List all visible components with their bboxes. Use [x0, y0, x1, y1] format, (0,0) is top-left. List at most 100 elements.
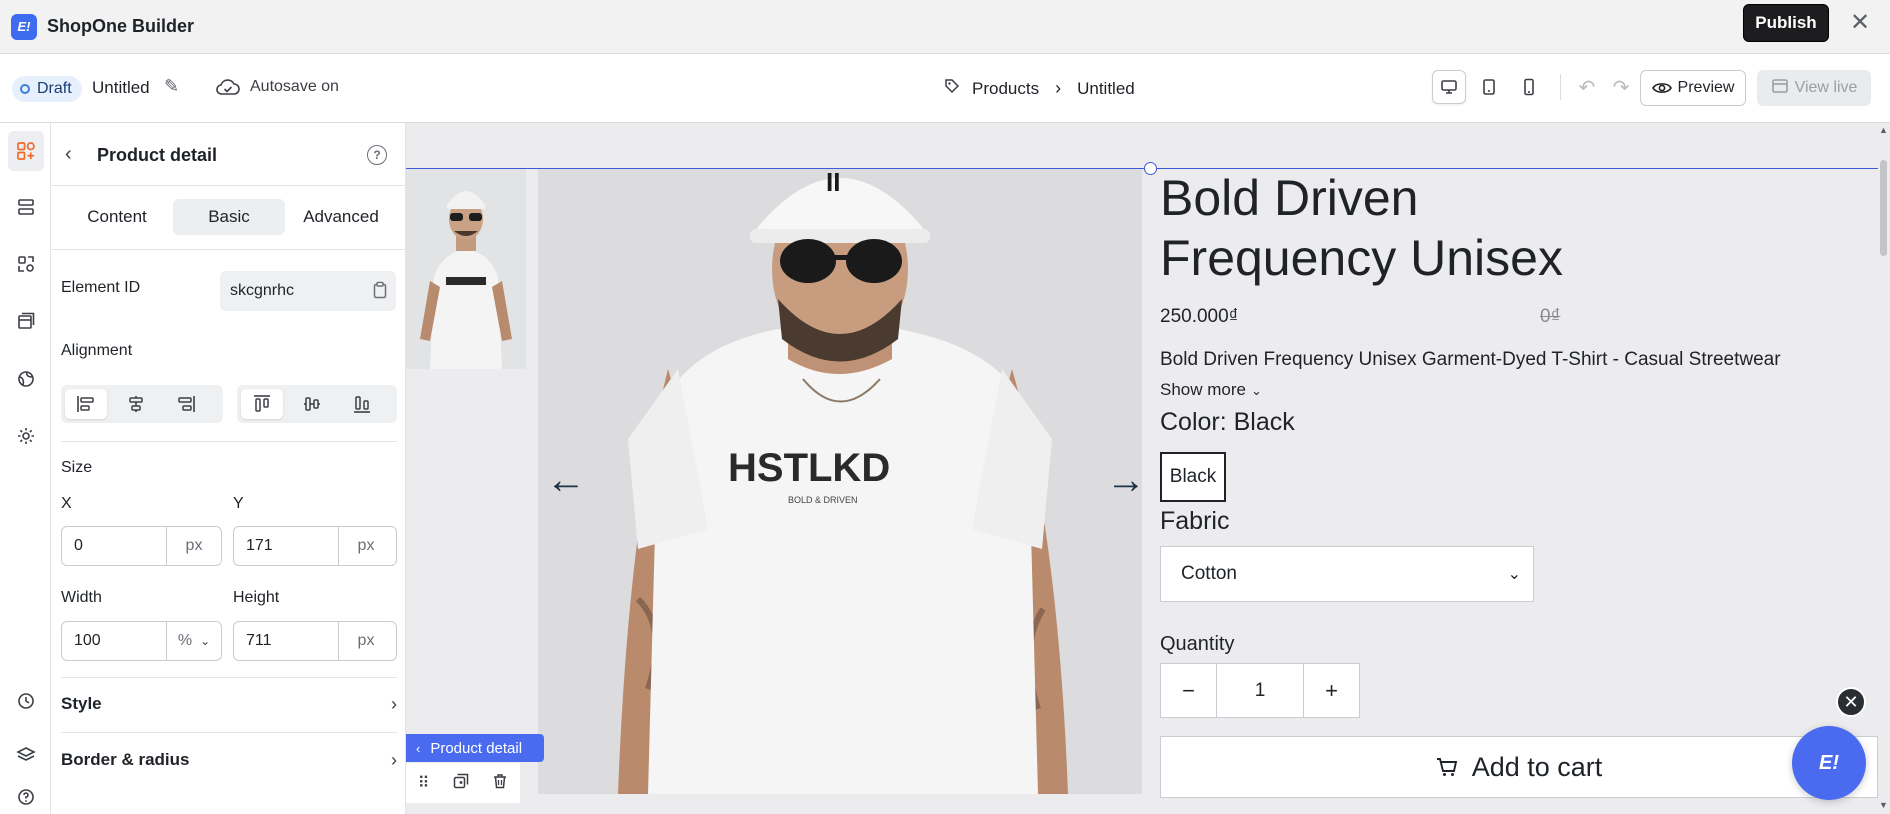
view-live-button[interactable]: View live — [1757, 70, 1871, 106]
chat-launcher-button[interactable]: E! — [1792, 726, 1866, 800]
mobile-view-icon[interactable] — [1512, 70, 1546, 104]
align-left-icon[interactable] — [65, 389, 107, 419]
layers-icon[interactable] — [8, 735, 44, 775]
height-label: Height — [233, 589, 280, 606]
alignment-label: Alignment — [61, 342, 133, 359]
show-more-label: Show more — [1160, 380, 1246, 399]
selection-tag-label: Product detail — [430, 739, 523, 757]
canvas-scrollbar[interactable]: ▲ ▼ — [1878, 123, 1890, 814]
product-description[interactable]: Bold Driven Frequency Unisex Garment-Dye… — [1160, 349, 1781, 371]
selection-tag[interactable]: ‹ Product detail — [406, 734, 544, 762]
align-bottom-icon[interactable] — [341, 389, 383, 419]
tab-basic[interactable]: Basic — [173, 199, 285, 235]
align-right-icon[interactable] — [165, 389, 207, 419]
gear-icon[interactable] — [8, 416, 44, 456]
tab-content[interactable]: Content — [61, 199, 173, 235]
product-main-image[interactable]: II HSTLKD BOLD & DRIVEN — [538, 169, 1142, 794]
elements-icon[interactable] — [8, 131, 44, 171]
width-unit: % — [177, 632, 193, 649]
product-title[interactable]: Bold Driven Frequency Unisex — [1160, 168, 1660, 288]
help-circle-icon[interactable] — [8, 777, 44, 814]
height-unit: px — [357, 632, 375, 649]
drag-handle-icon[interactable]: ⠿ — [418, 773, 430, 793]
editor-canvas[interactable]: II HSTLKD BOLD & DRIVEN ← → ‹ Product de… — [406, 123, 1890, 814]
show-more-link[interactable]: Show more ⌄ — [1160, 380, 1262, 400]
history-icon[interactable] — [8, 681, 44, 721]
close-chat-icon[interactable]: ✕ — [1836, 687, 1866, 717]
redo-icon[interactable]: ↷ — [1607, 70, 1635, 104]
y-input[interactable]: 171 px — [233, 526, 397, 566]
app-logo-icon: E! — [11, 13, 37, 40]
x-input[interactable]: 0 px — [61, 526, 222, 566]
minus-icon[interactable]: − — [1161, 664, 1216, 717]
clipboard-icon[interactable] — [372, 281, 388, 304]
height-value[interactable]: 711 — [234, 622, 339, 660]
quantity-stepper: − 1 + — [1160, 663, 1360, 718]
product-thumbnail[interactable] — [406, 169, 526, 369]
align-center-icon[interactable] — [115, 389, 157, 419]
fabric-select[interactable]: Cotton ⌄ — [1160, 546, 1534, 602]
status-label: Draft — [37, 80, 72, 97]
width-value[interactable]: 100 — [62, 622, 167, 660]
scroll-thumb[interactable] — [1880, 160, 1887, 256]
back-chevron-icon[interactable]: ‹ — [65, 143, 72, 166]
fabric-value: Cotton — [1181, 563, 1237, 584]
divider — [51, 249, 406, 250]
x-value[interactable]: 0 — [62, 527, 167, 565]
y-value[interactable]: 171 — [234, 527, 339, 565]
preview-button[interactable]: Preview — [1640, 70, 1746, 106]
breadcrumb-products[interactable]: Products — [972, 79, 1039, 99]
add-to-cart-button[interactable]: Add to cart — [1160, 736, 1878, 798]
border-radius-section-label: Border & radius — [61, 750, 190, 769]
color-option-black[interactable]: Black — [1160, 452, 1226, 502]
tag-icon — [944, 78, 960, 99]
y-label: Y — [233, 495, 244, 512]
shirt-print-text: HSTLKD — [728, 446, 890, 490]
next-image-arrow-icon[interactable]: → — [1106, 458, 1146, 503]
divider — [61, 732, 397, 733]
compare-price[interactable]: 0₫ — [1540, 306, 1560, 328]
pages-icon[interactable] — [8, 301, 44, 341]
components-icon[interactable] — [8, 244, 44, 284]
help-icon[interactable]: ? — [367, 145, 387, 165]
prev-image-arrow-icon[interactable]: ← — [546, 458, 586, 503]
close-icon[interactable]: ✕ — [1848, 8, 1872, 36]
align-middle-icon[interactable] — [291, 389, 333, 419]
globe-icon[interactable] — [8, 359, 44, 399]
sections-icon[interactable] — [8, 187, 44, 227]
desktop-view-icon[interactable] — [1432, 70, 1466, 104]
width-input[interactable]: 100 % ⌄ — [61, 621, 222, 661]
tab-advanced[interactable]: Advanced — [285, 199, 397, 235]
add-to-cart-label: Add to cart — [1471, 751, 1603, 782]
document-title[interactable]: Untitled — [92, 78, 150, 98]
size-label: Size — [61, 459, 93, 476]
eye-icon — [1651, 83, 1672, 93]
product-price[interactable]: 250.000₫ — [1160, 306, 1238, 328]
duplicate-icon[interactable] — [453, 773, 469, 794]
view-live-label: View live — [1794, 79, 1858, 96]
element-id-field[interactable]: skcgnrhc — [220, 271, 396, 311]
scroll-up-icon[interactable]: ▲ — [1879, 125, 1888, 135]
pencil-icon[interactable]: ✎ — [164, 76, 179, 97]
quantity-value[interactable]: 1 — [1216, 664, 1304, 717]
chevron-down-icon: ⌄ — [1250, 383, 1262, 398]
style-section[interactable]: Style › — [61, 683, 397, 725]
publish-button[interactable]: Publish — [1743, 4, 1829, 42]
height-input[interactable]: 711 px — [233, 621, 397, 661]
properties-panel: ‹ Product detail ? Content Basic Advance… — [51, 123, 406, 814]
breadcrumb-current: Untitled — [1077, 78, 1135, 98]
autosave-label: Autosave on — [250, 78, 339, 95]
top-bar: E! ShopOne Builder Publish ✕ — [0, 0, 1890, 54]
quantity-label: Quantity — [1160, 633, 1235, 655]
align-top-icon[interactable] — [241, 389, 283, 419]
chevron-right-icon: › — [1055, 78, 1062, 98]
width-unit-select[interactable]: % ⌄ — [167, 622, 221, 660]
scroll-down-icon[interactable]: ▼ — [1879, 800, 1888, 810]
trash-icon[interactable] — [492, 773, 508, 794]
tablet-view-icon[interactable] — [1472, 70, 1506, 104]
resize-handle[interactable] — [1144, 162, 1157, 175]
horizontal-align-group — [61, 385, 223, 423]
undo-icon[interactable]: ↶ — [1573, 70, 1601, 104]
plus-icon[interactable]: + — [1304, 664, 1359, 717]
border-radius-section[interactable]: Border & radius › — [61, 739, 397, 781]
